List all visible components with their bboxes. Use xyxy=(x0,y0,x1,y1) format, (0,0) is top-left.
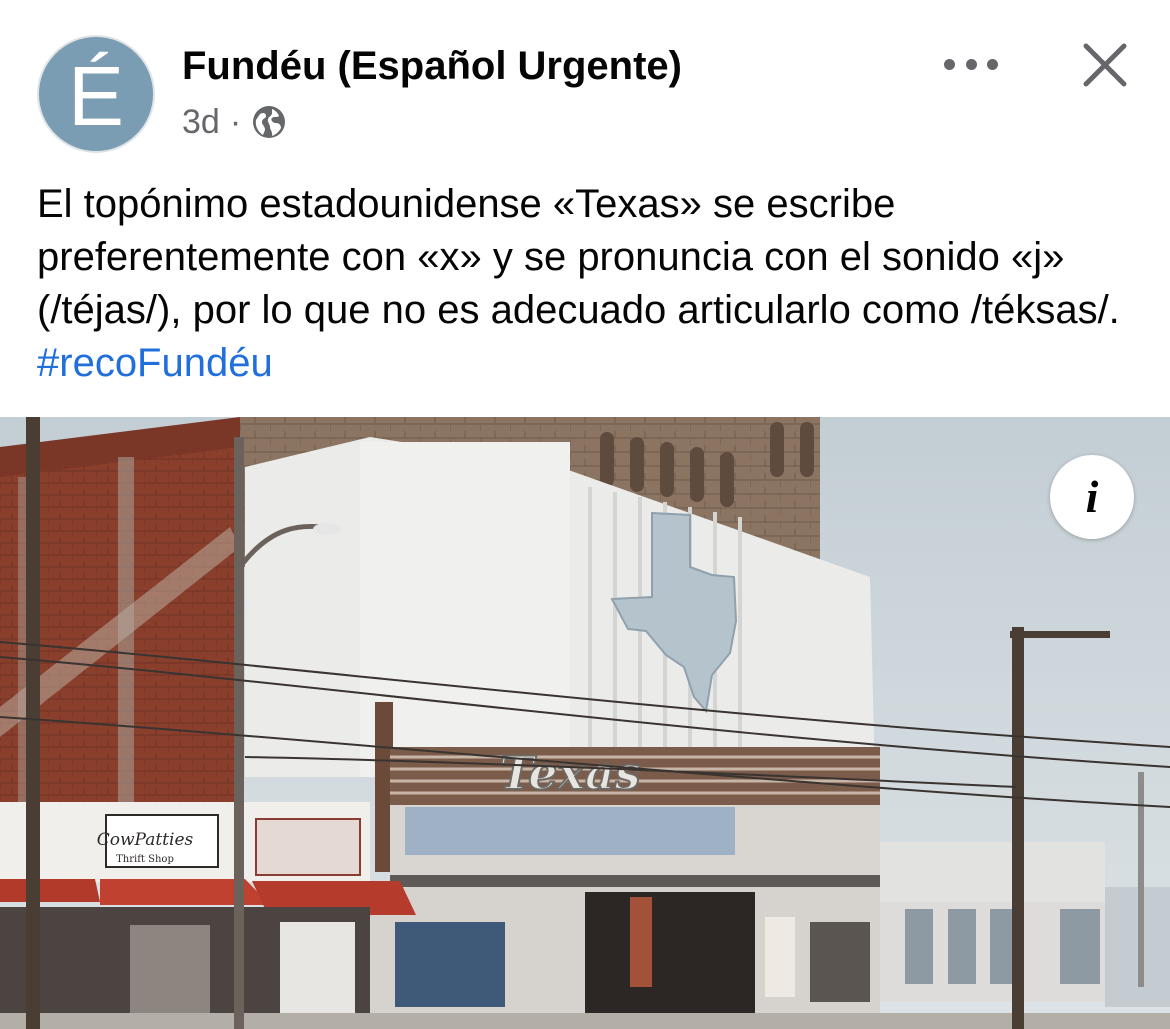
more-options-icon[interactable] xyxy=(944,46,998,82)
author-avatar[interactable]: É xyxy=(37,35,155,153)
facebook-post: É Fundéu (Español Urgente) 3d · El topón… xyxy=(0,0,1170,1029)
texas-theatre-photo: Texas CowPatties Thrift Shop xyxy=(0,417,1170,1029)
globe-icon[interactable] xyxy=(251,104,287,140)
post-text-container: El topónimo estadounidense «Texas» se es… xyxy=(37,178,1137,390)
post-photo[interactable]: Texas CowPatties Thrift Shop i xyxy=(0,417,1170,1029)
shop-sign-sub: Thrift Shop xyxy=(116,854,174,865)
post-meta: 3d · xyxy=(182,102,287,142)
post-text: El topónimo estadounidense «Texas» se es… xyxy=(37,182,1120,332)
author-name[interactable]: Fundéu (Español Urgente) xyxy=(182,44,682,89)
close-icon[interactable] xyxy=(1078,38,1132,92)
meta-separator: · xyxy=(229,102,242,141)
info-icon: i xyxy=(1085,471,1099,522)
post-header: É Fundéu (Español Urgente) 3d · xyxy=(0,0,1170,165)
avatar-letter: É xyxy=(67,49,125,143)
shop-sign: CowPatties xyxy=(97,830,194,850)
marquee-sign: Texas xyxy=(499,746,640,800)
post-time[interactable]: 3d xyxy=(182,103,220,142)
hashtag-link[interactable]: #recoFundéu xyxy=(37,341,273,385)
info-button[interactable]: i xyxy=(1050,455,1134,539)
